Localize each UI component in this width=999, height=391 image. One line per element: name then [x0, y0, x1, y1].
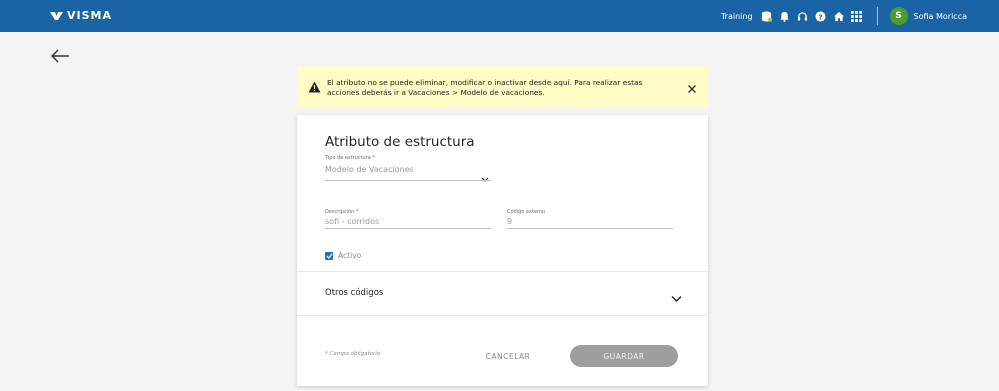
bell-icon[interactable]: [779, 10, 791, 22]
form-card: Atributo de estructura Tipo de estructur…: [297, 115, 708, 386]
activo-checkbox[interactable]: [325, 252, 333, 260]
database-icon[interactable]: [761, 10, 773, 22]
codigo-externo-underline: [507, 228, 673, 229]
tipo-estructura-underline: [325, 180, 491, 181]
help-icon[interactable]: ?: [815, 10, 827, 22]
logo-text: VISMA: [67, 9, 112, 22]
back-arrow-icon[interactable]: [50, 47, 70, 65]
header-divider: [876, 7, 878, 25]
home-icon[interactable]: [833, 10, 845, 22]
check-icon: [325, 253, 333, 259]
cancel-button[interactable]: CANCELAR: [477, 346, 539, 366]
headset-icon[interactable]: [797, 10, 809, 22]
visma-logo[interactable]: VISMA: [50, 9, 112, 22]
warning-icon: [308, 78, 321, 97]
top-navigation-bar: VISMA Training ? S Sofia Moricca: [0, 0, 999, 32]
page-title: Atributo de estructura: [325, 134, 475, 150]
section-divider-bottom: [297, 315, 708, 316]
user-name[interactable]: Sofia Moricca: [914, 12, 967, 21]
required-field-note: * Campo obligatorio: [325, 351, 381, 357]
codigo-externo-label: Código externo: [507, 209, 546, 215]
activo-label: Activo: [338, 251, 362, 260]
descripcion-underline: [325, 228, 491, 229]
save-button[interactable]: GUARDAR: [570, 345, 678, 367]
otros-codigos-header[interactable]: Otros códigos: [325, 288, 383, 298]
descripcion-input[interactable]: sofi - corridos: [325, 217, 379, 226]
descripcion-label: Descripción *: [325, 209, 359, 215]
apps-grid-icon[interactable]: [851, 10, 863, 22]
tipo-estructura-label: Tipo de estructura *: [325, 155, 375, 161]
codigo-externo-input[interactable]: 9: [507, 217, 512, 226]
tipo-estructura-select[interactable]: Modelo de Vacaciones: [325, 165, 414, 174]
chevron-down-icon[interactable]: [671, 288, 682, 307]
avatar[interactable]: S: [889, 7, 908, 25]
chevron-down-icon[interactable]: [481, 168, 489, 187]
warning-alert: El atributo no se puede eliminar, modifi…: [297, 66, 708, 107]
alert-message: El atributo no se puede eliminar, modifi…: [327, 78, 643, 97]
training-label[interactable]: Training: [721, 12, 753, 21]
close-icon[interactable]: [687, 79, 697, 93]
section-divider-top: [297, 271, 708, 272]
svg-text:?: ?: [818, 12, 822, 21]
visma-logo-mark-icon: [50, 11, 63, 20]
